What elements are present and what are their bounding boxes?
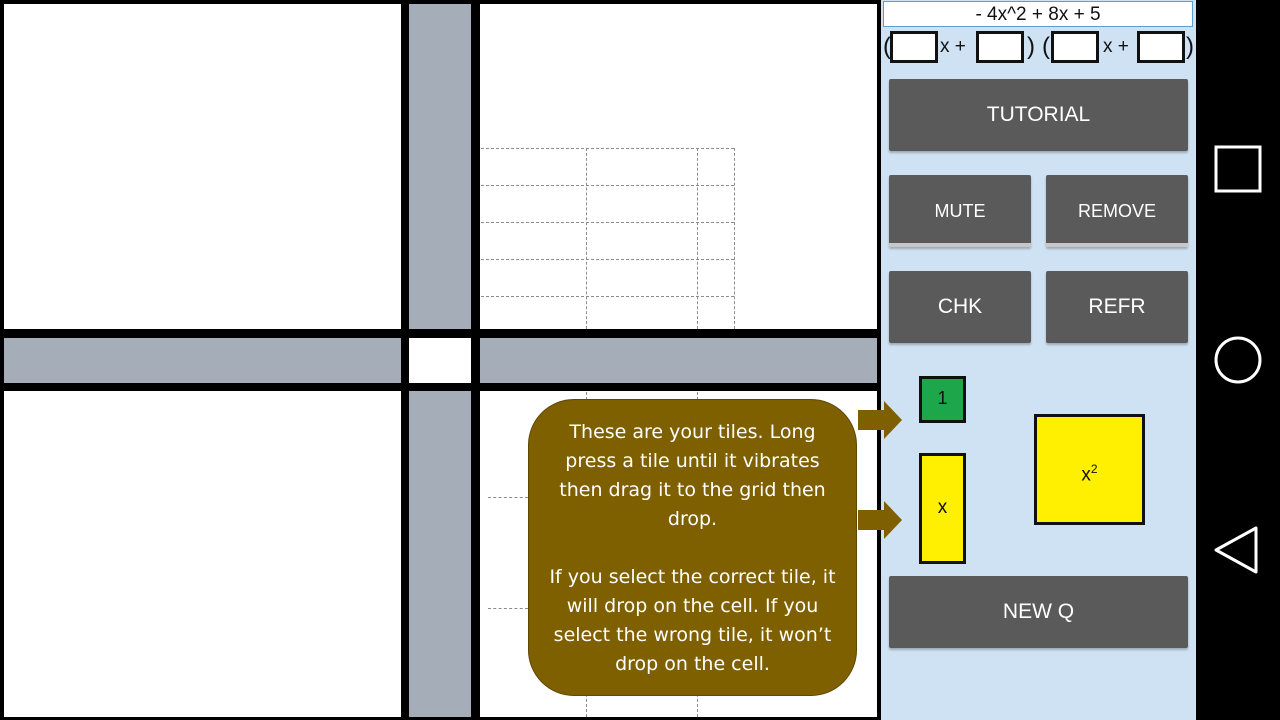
square-recents-icon[interactable] xyxy=(1212,143,1264,195)
grid-factor-column-bottom[interactable] xyxy=(409,391,471,717)
x-squared-base: x xyxy=(1081,464,1091,486)
guide-line xyxy=(488,608,528,609)
new-question-button[interactable]: NEW Q xyxy=(889,576,1188,648)
factor1-constant-input[interactable] xyxy=(976,31,1024,63)
mute-button-label: MUTE xyxy=(934,200,986,221)
unit-tile[interactable]: 1 xyxy=(919,376,966,423)
grid-factor-row-right[interactable] xyxy=(480,338,877,383)
pointer-arrow-icon xyxy=(858,501,902,539)
factor1-coefficient-input[interactable] xyxy=(890,31,938,63)
check-button[interactable]: CHK xyxy=(889,271,1031,343)
x-plus-label-1: x + xyxy=(940,36,966,57)
tutorial-button[interactable]: TUTORIAL xyxy=(889,79,1188,151)
guide-line xyxy=(586,148,587,329)
tutorial-bubble: These are your tiles. Long press a tile … xyxy=(528,399,857,696)
android-nav-bar xyxy=(1197,0,1280,720)
close-paren-1: ) xyxy=(1027,33,1035,60)
factor-form: ( x + ) ( x + ) xyxy=(881,30,1196,66)
remove-button-underbar xyxy=(1046,243,1188,247)
polynomial-equation: - 4x^2 + 8x + 5 xyxy=(883,1,1193,27)
guide-line xyxy=(734,148,735,329)
control-panel: - 4x^2 + 8x + 5 ( x + ) ( x + ) TUTORIAL… xyxy=(881,0,1196,720)
grid-factor-column-top[interactable] xyxy=(409,4,471,329)
refresh-button[interactable]: REFR xyxy=(1046,271,1188,343)
mute-button[interactable]: MUTE xyxy=(889,175,1031,247)
grid-factor-row-left[interactable] xyxy=(4,338,401,383)
x-tile[interactable]: x xyxy=(919,453,966,564)
guide-line xyxy=(488,497,528,498)
grid-corner-cell xyxy=(409,338,471,383)
x-plus-label-2: x + xyxy=(1103,36,1129,57)
remove-button[interactable]: REMOVE xyxy=(1046,175,1188,247)
grid-cell-top-right[interactable] xyxy=(480,4,877,329)
circle-home-icon[interactable] xyxy=(1212,334,1264,386)
grid-cell-bottom-left[interactable] xyxy=(4,391,401,717)
grid-cell-top-left[interactable] xyxy=(4,4,401,329)
guide-line xyxy=(697,148,698,329)
app-window: - 4x^2 + 8x + 5 ( x + ) ( x + ) TUTORIAL… xyxy=(0,0,1197,720)
tutorial-text-2: If you select the correct tile, it will … xyxy=(549,566,836,675)
close-paren-2: ) xyxy=(1186,33,1194,60)
triangle-back-icon[interactable] xyxy=(1212,524,1264,576)
factor2-coefficient-input[interactable] xyxy=(1051,31,1099,63)
mute-button-underbar xyxy=(889,243,1031,247)
factor2-constant-input[interactable] xyxy=(1137,31,1185,63)
remove-button-label: REMOVE xyxy=(1077,200,1156,221)
pointer-arrow-icon xyxy=(858,401,902,439)
x-squared-tile[interactable]: x2 xyxy=(1034,414,1145,525)
tutorial-text-1: These are your tiles. Long press a tile … xyxy=(559,421,826,530)
open-paren-2: ( xyxy=(1042,33,1050,60)
x-squared-exponent: 2 xyxy=(1090,462,1098,476)
